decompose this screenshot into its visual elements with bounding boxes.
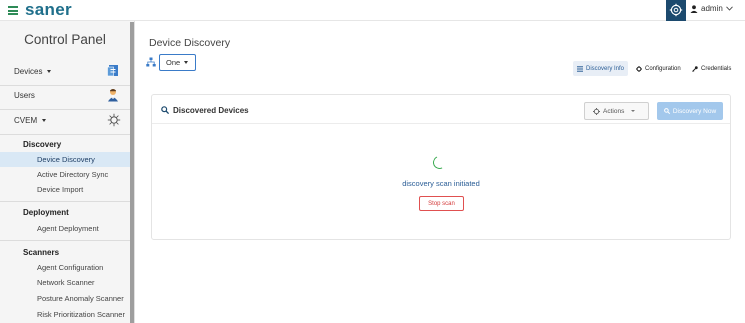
- group-heading-deployment: Deployment: [23, 208, 69, 217]
- hierarchy-icon: [146, 57, 156, 67]
- settings-button[interactable]: [666, 0, 686, 21]
- menu-icon[interactable]: [8, 6, 18, 15]
- sidebar-item-label: Active Directory Sync: [37, 170, 109, 179]
- gear-icon: [593, 107, 600, 115]
- top-bar: saner admin: [0, 0, 745, 21]
- sidebar-item-devices[interactable]: Devices: [0, 61, 130, 85]
- sidebar-item-risk-prioritization-scanner[interactable]: Risk Prioritization Scanner: [0, 307, 130, 322]
- sidebar-item-label: Device Import: [37, 185, 84, 194]
- tab-label: Credentials: [701, 65, 732, 72]
- sidebar-item-users[interactable]: Users: [0, 85, 130, 109]
- group-heading-scanners: Scanners: [23, 248, 60, 257]
- chevron-down-icon: [725, 6, 733, 11]
- group-heading-discovery: Discovery: [23, 140, 62, 149]
- card-header: Discovered Devices Actions Discovery Now: [152, 95, 730, 124]
- gear-icon: [636, 65, 642, 72]
- stop-scan-label: Stop scan: [428, 200, 455, 207]
- sidebar-item-device-discovery[interactable]: Device Discovery: [0, 152, 130, 167]
- actions-label: Actions: [603, 107, 625, 115]
- search-icon: [161, 106, 169, 114]
- list-icon: [577, 65, 583, 72]
- sidebar-item-agent-configuration[interactable]: Agent Configuration: [0, 260, 130, 275]
- caret-down-icon: [42, 119, 47, 123]
- discovered-devices-card: Discovered Devices Actions Discovery Now…: [151, 94, 731, 240]
- tab-credentials[interactable]: Credentials: [688, 61, 735, 76]
- divider: [0, 134, 130, 135]
- sidebar-item-cvem[interactable]: CVEM: [0, 110, 130, 134]
- tab-configuration[interactable]: Configuration: [632, 61, 685, 76]
- tab-discovery-info[interactable]: Discovery Info: [573, 61, 629, 76]
- discovery-now-button[interactable]: Discovery Now: [657, 102, 723, 120]
- user-menu[interactable]: admin: [690, 4, 733, 13]
- divider: [0, 201, 130, 202]
- actions-button[interactable]: Actions: [584, 102, 649, 120]
- sidebar-item-device-import[interactable]: Device Import: [0, 182, 130, 197]
- tab-label: Discovery Info: [586, 65, 625, 72]
- sidebar-item-posture-anomaly-scanner[interactable]: Posture Anomaly Scanner: [0, 291, 130, 306]
- scope-select[interactable]: One: [159, 54, 196, 71]
- page-title: Device Discovery: [149, 37, 231, 49]
- divider: [0, 240, 130, 241]
- sidebar-item-label: Agent Deployment: [37, 224, 99, 233]
- caret-down-icon: [47, 70, 52, 74]
- tab-label: Configuration: [645, 65, 681, 72]
- sidebar-item-label: CVEM: [14, 116, 38, 125]
- gear-icon: [669, 3, 683, 17]
- sidebar-item-label: Risk Prioritization Scanner: [37, 310, 125, 319]
- sidebar-item-label: Devices: [14, 67, 43, 76]
- virus-scan-icon: [107, 113, 121, 127]
- user-icon: [690, 4, 698, 13]
- caret-down-icon: [631, 110, 636, 112]
- user-avatar-icon: [108, 89, 118, 102]
- scan-status-text: discovery scan initiated: [402, 179, 480, 188]
- sidebar-scrollbar[interactable]: [130, 22, 134, 323]
- search-icon: [663, 108, 670, 114]
- sidebar-item-label: Device Discovery: [37, 155, 95, 164]
- sidebar-item-label: Posture Anomaly Scanner: [37, 294, 124, 303]
- sidebar-item-agent-deployment[interactable]: Agent Deployment: [0, 221, 130, 236]
- card-title: Discovered Devices: [173, 106, 249, 115]
- devices-icon: [107, 65, 118, 77]
- sidebar-item-network-scanner[interactable]: Network Scanner: [0, 275, 130, 290]
- stop-scan-button[interactable]: Stop scan: [419, 196, 464, 211]
- sidebar-item-label: Agent Configuration: [37, 263, 104, 272]
- sidebar-item-label: Network Scanner: [37, 278, 95, 287]
- sidebar-item-label: Users: [14, 91, 35, 100]
- sidebar: Control Panel Devices Users CVEM Discove…: [0, 21, 135, 323]
- user-name: admin: [701, 4, 723, 13]
- sidebar-title: Control Panel: [24, 32, 106, 47]
- key-icon: [692, 65, 698, 72]
- discovery-now-label: Discovery Now: [672, 107, 717, 115]
- app-logo: saner: [25, 0, 72, 19]
- caret-down-icon: [184, 61, 189, 64]
- loading-spinner-icon: [431, 154, 448, 171]
- scope-select-value: One: [166, 58, 181, 67]
- sidebar-item-active-directory-sync[interactable]: Active Directory Sync: [0, 167, 130, 182]
